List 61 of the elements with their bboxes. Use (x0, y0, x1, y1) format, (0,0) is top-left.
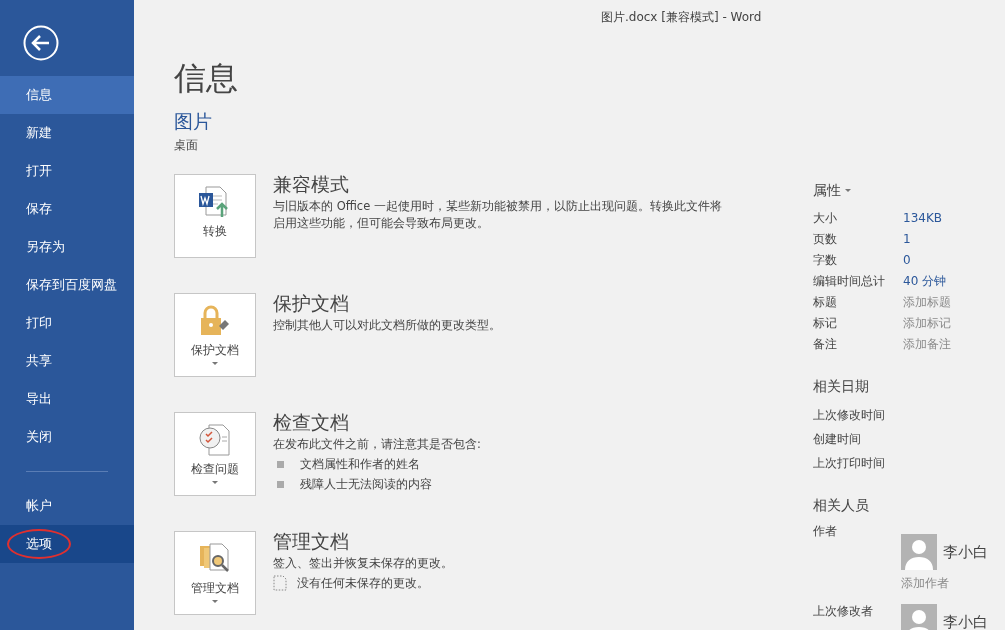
property-value: 40 分钟 (903, 272, 947, 290)
bullet-icon (277, 481, 284, 489)
property-value: 134KB (903, 209, 942, 227)
protect-document-button[interactable]: 保护文档 (174, 292, 256, 377)
check-issues-button[interactable]: 检查问题 (174, 411, 256, 496)
property-label: 编辑时间总计 (813, 272, 886, 290)
section-description: 控制其他人可以对此文档所做的更改类型。 (273, 316, 502, 334)
document-name: 图片 (174, 110, 213, 134)
section-title: 检查文档 (273, 409, 350, 434)
sidebar-item[interactable]: 新建 (0, 114, 134, 152)
sidebar-item[interactable]: 打印 (0, 304, 134, 342)
person-name: 李小白 (943, 611, 988, 630)
date-label: 上次修改时间 (813, 407, 886, 424)
property-label: 标记 (813, 314, 838, 332)
date-label: 上次打印时间 (813, 455, 886, 472)
sidebar-item[interactable]: 另存为 (0, 228, 134, 266)
person-name: 李小白 (943, 541, 988, 563)
section-title: 兼容模式 (273, 171, 350, 196)
property-label: 页数 (813, 230, 838, 248)
people-label: 作者 (813, 523, 838, 540)
section-heading: 相关人员 (813, 496, 870, 515)
section-title: 保护文档 (273, 290, 350, 315)
sidebar-item[interactable]: 保存到百度网盘 (0, 266, 134, 304)
sidebar-item[interactable]: 共享 (0, 342, 134, 380)
section-title: 管理文档 (273, 528, 350, 553)
back-icon[interactable] (23, 24, 59, 61)
section-description: 在发布此文件之前，请注意其是否包含: (273, 435, 482, 453)
sidebar-item[interactable]: 导出 (0, 380, 134, 418)
bullet-text: 文档属性和作者的姓名 (300, 455, 420, 473)
property-label: 备注 (813, 335, 838, 353)
lock-key-icon (198, 303, 232, 338)
property-label: 大小 (813, 209, 838, 227)
avatar-icon (901, 534, 937, 570)
convert-button[interactable]: 转换 (174, 173, 256, 258)
caret-icon[interactable] (845, 188, 851, 193)
page-title: 信息 (174, 62, 239, 94)
bullet-icon (277, 460, 284, 468)
property-value: 1 (903, 230, 911, 248)
section-description: 与旧版本的 Office 一起使用时，某些新功能被禁用，以防止出现问题。转换此文件将启用这些功能，但可能会导致布局更改。 (273, 197, 723, 232)
section-description: 签入、签出并恢复未保存的更改。 (273, 554, 454, 572)
note-text: 没有任何未保存的更改。 (297, 574, 429, 592)
manage-document-button[interactable]: 管理文档 (174, 530, 256, 615)
checklist-document-icon (198, 422, 232, 457)
property-value: 0 (903, 251, 911, 269)
sidebar-item[interactable]: 关闭 (0, 418, 134, 456)
sidebar-item[interactable]: 选项 (0, 525, 134, 563)
section-heading: 属性 (813, 181, 841, 200)
document-icon (273, 575, 287, 592)
sidebar-item[interactable]: 帐户 (0, 487, 134, 525)
section-heading: 相关日期 (813, 377, 870, 396)
sidebar-item[interactable]: 保存 (0, 190, 134, 228)
window-title: 图片.docx [兼容模式] - Word (601, 9, 762, 26)
property-label: 字数 (813, 251, 838, 269)
sidebar-item[interactable]: 信息 (0, 76, 134, 114)
sidebar-item[interactable]: 打开 (0, 152, 134, 190)
people-label: 上次修改者 (813, 603, 874, 620)
property-label: 标题 (813, 293, 838, 311)
date-label: 创建时间 (813, 431, 862, 448)
avatar-icon (901, 604, 937, 630)
bullet-text: 残障人士无法阅读的内容 (300, 476, 432, 493)
document-location: 桌面 (174, 136, 199, 154)
